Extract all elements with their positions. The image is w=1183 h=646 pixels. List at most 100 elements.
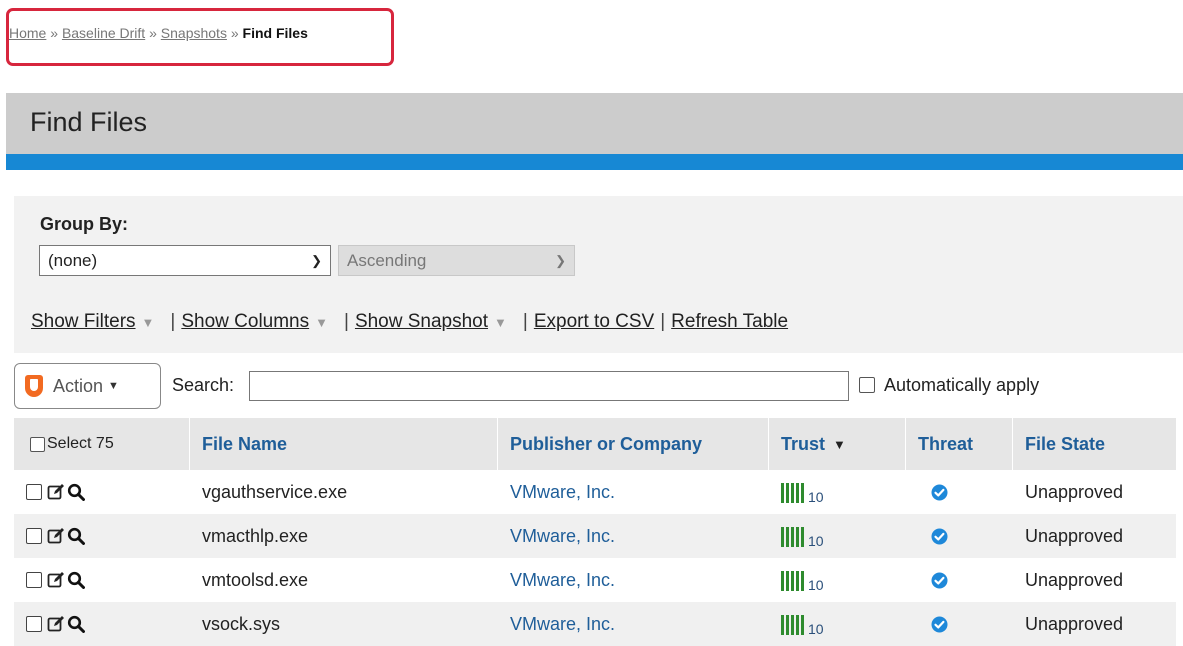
select-all-checkbox[interactable] (30, 436, 45, 452)
column-header-threat[interactable]: Threat (906, 418, 1012, 470)
threat-cell (906, 558, 1012, 602)
breadcrumb-snapshots[interactable]: Snapshots (161, 25, 227, 41)
table-row[interactable]: vgauthservice.exe VMware, Inc. 10 Unappr… (14, 470, 1176, 514)
file-state-cell: Unapproved (1025, 569, 1124, 590)
caret-down-icon: ▼ (315, 314, 328, 330)
files-table: Select 75 File Name Publisher or Company… (14, 418, 1176, 646)
action-button[interactable]: Action ▼ (14, 363, 161, 409)
breadcrumb-separator: » (149, 25, 157, 41)
file-name-cell[interactable]: vmacthlp.exe (190, 514, 497, 558)
column-header-file-state[interactable]: File State (1013, 418, 1176, 470)
shield-icon (25, 375, 43, 397)
search-icon[interactable] (67, 571, 85, 589)
show-columns-link[interactable]: Show Columns (181, 311, 309, 333)
breadcrumb-home[interactable]: Home (9, 25, 46, 41)
table-row[interactable]: vmtoolsd.exe VMware, Inc. 10 Unapproved (14, 558, 1176, 602)
search-input[interactable] (249, 371, 849, 401)
trust-value: 10 (808, 533, 824, 549)
check-circle-icon[interactable] (931, 528, 948, 545)
page-title-bar: Find Files (6, 93, 1183, 154)
trust-cell: 10 (769, 558, 905, 602)
search-icon[interactable] (67, 527, 85, 545)
breadcrumb-separator: » (50, 25, 59, 41)
trust-cell: 10 (769, 470, 905, 514)
trust-value: 10 (808, 577, 824, 593)
threat-cell (906, 470, 1012, 514)
edit-icon[interactable] (47, 527, 65, 545)
auto-apply-checkbox[interactable] (859, 377, 875, 393)
page-title: Find Files (30, 107, 148, 137)
sort-order-value: Ascending (347, 250, 427, 270)
trust-cell: 10 (769, 602, 905, 646)
link-divider: | (170, 311, 176, 332)
chevron-down-icon: ❯ (311, 252, 322, 268)
publisher-cell[interactable]: VMware, Inc. (498, 602, 768, 646)
breadcrumb-separator: » (230, 25, 239, 41)
file-state-cell: Unapproved (1025, 613, 1124, 634)
trust-cell: 10 (769, 514, 905, 558)
threat-cell (906, 602, 1012, 646)
select-all-header[interactable]: Select 75 (14, 418, 189, 470)
row-checkbox[interactable] (26, 616, 42, 632)
caret-down-icon: ▼ (108, 380, 119, 392)
check-circle-icon[interactable] (931, 616, 948, 633)
column-header-file-name[interactable]: File Name (190, 418, 497, 470)
breadcrumb-current: Find Files (242, 25, 308, 41)
threat-cell (906, 514, 1012, 558)
row-checkbox[interactable] (26, 484, 42, 500)
row-actions-cell (14, 558, 189, 602)
trust-bars-icon (781, 569, 804, 591)
file-state-cell: Unapproved (1025, 525, 1124, 546)
select-all-label: Select 75 (47, 435, 114, 452)
edit-icon[interactable] (47, 615, 65, 633)
search-label: Search: (172, 375, 235, 395)
trust-bars-icon (781, 613, 804, 635)
file-name-cell[interactable]: vmtoolsd.exe (190, 558, 497, 602)
auto-apply-label: Automatically apply (884, 375, 1040, 395)
chevron-down-icon: ❯ (555, 252, 566, 268)
trust-value: 10 (808, 621, 824, 637)
action-label: Action (53, 375, 104, 396)
breadcrumb-baseline-drift[interactable]: Baseline Drift (62, 25, 145, 41)
group-by-value: (none) (48, 250, 98, 270)
caret-down-icon: ▼ (141, 314, 155, 330)
sort-desc-icon: ▼ (833, 436, 846, 452)
group-by-label: Group By: (40, 214, 128, 234)
export-csv-link[interactable]: Export to CSV (534, 311, 654, 333)
show-filters-link[interactable]: Show Filters (31, 311, 136, 333)
trust-bars-icon (781, 525, 804, 547)
trust-header-label: Trust (781, 433, 826, 454)
row-checkbox[interactable] (26, 528, 42, 544)
group-by-select[interactable]: (none) ❯ (39, 245, 331, 276)
table-row[interactable]: vmacthlp.exe VMware, Inc. 10 Unapproved (14, 514, 1176, 558)
trust-bars-icon (781, 481, 804, 503)
column-header-trust[interactable]: Trust ▼ (769, 418, 905, 470)
edit-icon[interactable] (47, 571, 65, 589)
table-links: Show Filters ▼ | Show Columns ▼ | Show S… (31, 311, 788, 333)
search-icon[interactable] (67, 483, 85, 501)
edit-icon[interactable] (47, 483, 65, 501)
check-circle-icon[interactable] (931, 484, 948, 501)
show-snapshot-link[interactable]: Show Snapshot (355, 311, 488, 333)
file-state-cell: Unapproved (1025, 481, 1124, 502)
publisher-cell[interactable]: VMware, Inc. (498, 514, 768, 558)
refresh-table-link[interactable]: Refresh Table (671, 311, 788, 333)
publisher-cell[interactable]: VMware, Inc. (498, 470, 768, 514)
file-name-cell[interactable]: vsock.sys (190, 602, 497, 646)
search-icon[interactable] (67, 615, 85, 633)
link-divider: | (522, 311, 528, 332)
row-actions-cell (14, 602, 189, 646)
table-header-row: Select 75 File Name Publisher or Company… (14, 418, 1176, 470)
table-row[interactable]: vsock.sys VMware, Inc. 10 Unapproved (14, 602, 1176, 646)
title-accent-bar (6, 154, 1183, 170)
row-actions-cell (14, 470, 189, 514)
breadcrumb: Home » Baseline Drift » Snapshots » Find… (9, 25, 308, 41)
column-header-publisher[interactable]: Publisher or Company (498, 418, 768, 470)
caret-down-icon: ▼ (494, 314, 507, 330)
publisher-cell[interactable]: VMware, Inc. (498, 558, 768, 602)
file-name-cell[interactable]: vgauthservice.exe (190, 470, 497, 514)
check-circle-icon[interactable] (931, 572, 948, 589)
row-checkbox[interactable] (26, 572, 42, 588)
sort-order-select[interactable]: Ascending ❯ (338, 245, 575, 276)
link-divider: | (660, 311, 666, 332)
